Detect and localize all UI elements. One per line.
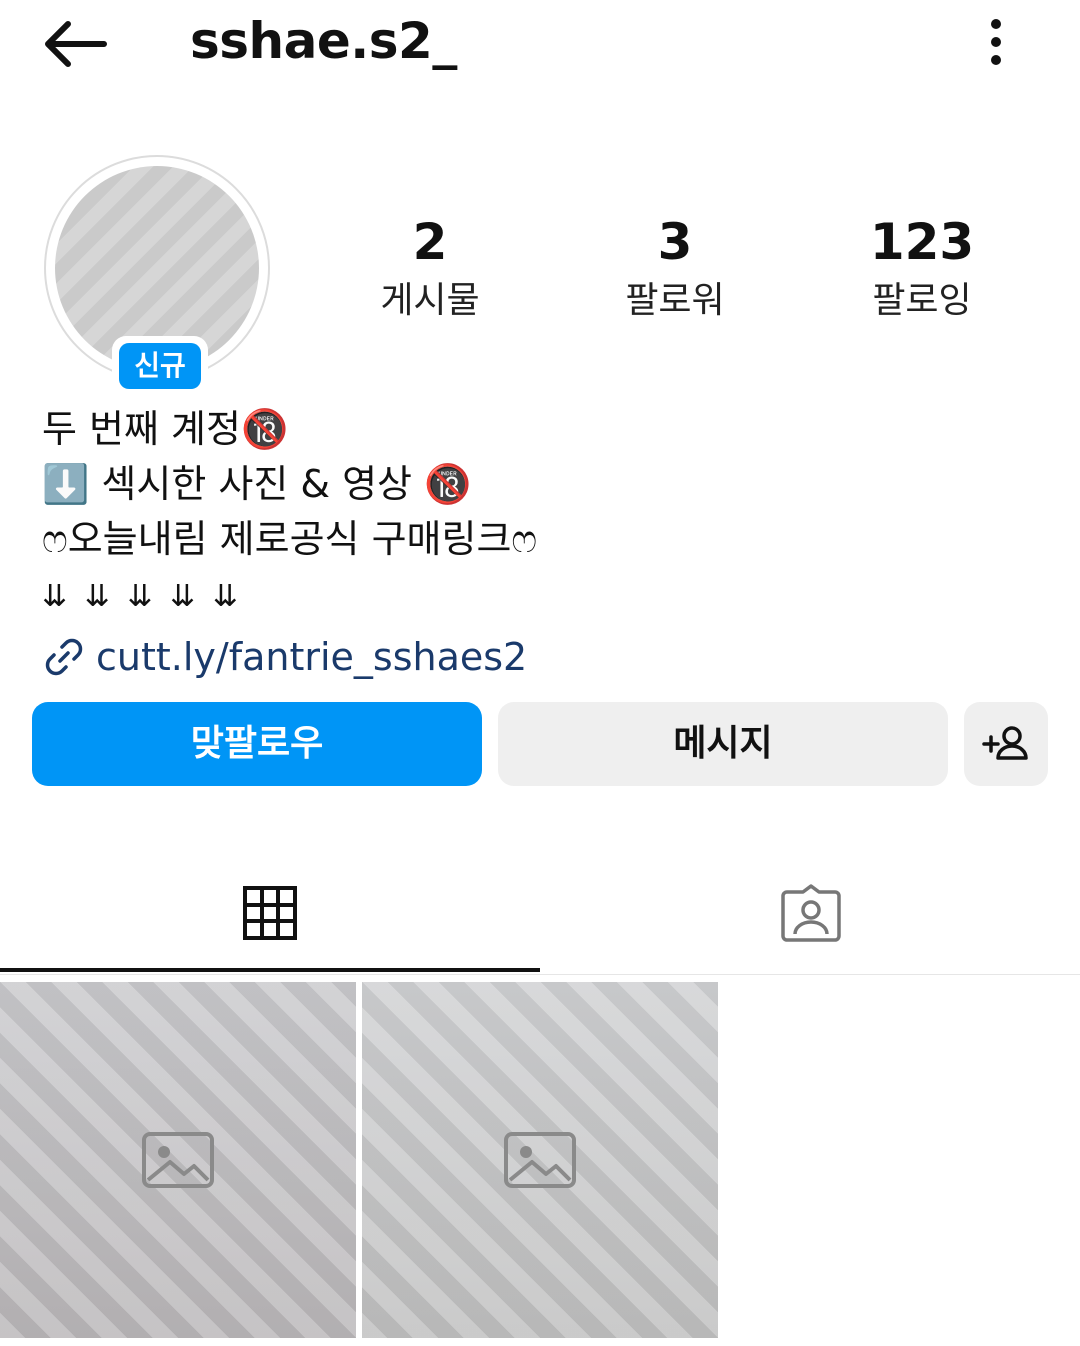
tab-tagged[interactable] (540, 870, 1080, 970)
active-tab-indicator (0, 968, 540, 972)
followers-label: 팔로워 (625, 280, 725, 321)
stat-posts[interactable]: 2 게시물 (320, 210, 540, 328)
tagged-person-icon (781, 884, 841, 942)
following-count: 123 (869, 213, 975, 271)
image-placeholder-icon (142, 1132, 214, 1188)
posts-count: 2 (412, 213, 448, 271)
profile-username: sshae.s2_ (190, 12, 457, 70)
follow-back-button[interactable]: 맞팔로우 (32, 702, 482, 786)
bio-link[interactable]: cutt.ly/fantrie_sshaes2 (42, 627, 1042, 687)
new-badge-label: 신규 (119, 343, 201, 389)
add-person-icon (982, 726, 1028, 760)
post-thumbnail[interactable] (0, 982, 356, 1338)
tab-divider (0, 974, 1080, 975)
new-badge: 신규 (112, 336, 208, 396)
add-person-button[interactable] (964, 702, 1048, 786)
bio-arrows: ⇊ ⇊ ⇊ ⇊ ⇊ (42, 579, 242, 614)
bio-line-1: 두 번째 계정🔞 (42, 407, 289, 451)
image-placeholder-icon (504, 1132, 576, 1188)
top-bar: sshae.s2_ (0, 0, 1080, 90)
link-icon (42, 635, 86, 679)
more-options-icon[interactable] (972, 16, 1020, 70)
posts-label: 게시물 (380, 280, 480, 321)
tab-posts-grid[interactable] (0, 870, 540, 970)
message-button[interactable]: 메시지 (498, 702, 948, 786)
post-thumbnail[interactable] (362, 982, 718, 1338)
back-arrow-icon[interactable] (40, 18, 110, 70)
grid-icon (243, 886, 297, 940)
stat-followers[interactable]: 3 팔로워 (565, 210, 785, 328)
bio-link-text[interactable]: cutt.ly/fantrie_sshaes2 (96, 635, 527, 679)
bio: 두 번째 계정🔞 ⬇️ 섹시한 사진 & 영상 🔞 ෆ오늘내림 제로공식 구매링… (42, 402, 1042, 687)
bio-line-3: ෆ오늘내림 제로공식 구매링크ෆ (42, 517, 538, 561)
following-label: 팔로잉 (872, 280, 972, 321)
followers-count: 3 (657, 213, 693, 271)
bio-line-2: ⬇️ 섹시한 사진 & 영상 🔞 (42, 462, 472, 506)
stat-following[interactable]: 123 팔로잉 (812, 210, 1032, 328)
